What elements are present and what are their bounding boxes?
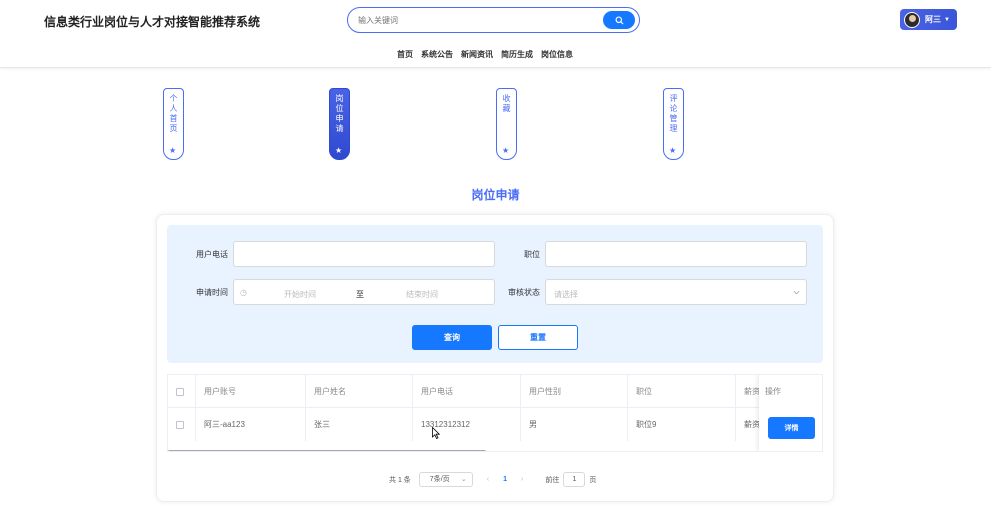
pagination: 共 1 条 7条/页 ⌄ ‹ 1 › 前往 1 页 bbox=[389, 472, 596, 487]
cell-phone: 13312312312 bbox=[413, 408, 521, 441]
col-account: 用户账号 bbox=[196, 375, 306, 408]
star-icon: ★ bbox=[669, 146, 677, 155]
col-gender: 用户性别 bbox=[521, 375, 628, 408]
nav-item-news[interactable]: 新闻资讯 bbox=[461, 49, 493, 60]
user-name: 阿三 bbox=[925, 15, 941, 24]
search-input[interactable] bbox=[358, 12, 588, 28]
col-name: 用户姓名 bbox=[306, 375, 413, 408]
search-box bbox=[347, 7, 640, 33]
chevron-down-icon bbox=[793, 290, 800, 295]
query-button[interactable]: 查询 bbox=[412, 325, 492, 350]
position-label: 职位 bbox=[524, 250, 540, 259]
tab-label: 个人首页 bbox=[169, 94, 178, 134]
goto-label: 前往 bbox=[545, 476, 560, 484]
select-all-checkbox[interactable] bbox=[176, 387, 184, 396]
cell-account: 阿三-aa123 bbox=[196, 408, 306, 441]
tab-comments[interactable]: 评论管理 ★ bbox=[663, 88, 684, 160]
filter-panel: 用户电话 职位 申请时间 ◷ 开始时间 至 结束时间 审核状态 请选择 查询 重… bbox=[167, 225, 823, 363]
header-checkbox-cell bbox=[168, 375, 196, 408]
status-label: 审核状态 bbox=[508, 288, 540, 297]
date-range-picker[interactable]: ◷ 开始时间 至 结束时间 bbox=[233, 279, 495, 305]
results-table: 用户账号 用户姓名 用户电话 用户性别 职位 薪资 阿三-aa123 张三 13… bbox=[167, 374, 823, 452]
current-page[interactable]: 1 bbox=[503, 476, 507, 483]
nav-item-resume[interactable]: 简历生成 bbox=[501, 49, 533, 60]
tab-label: 评论管理 bbox=[669, 94, 678, 134]
table-row: 阿三-aa123 张三 13312312312 男 职位9 薪资9 bbox=[168, 408, 822, 441]
next-page-icon[interactable]: › bbox=[521, 476, 523, 483]
phone-input[interactable] bbox=[233, 241, 495, 267]
range-separator: 至 bbox=[356, 290, 364, 299]
detail-button[interactable]: 详情 bbox=[768, 417, 815, 439]
start-date[interactable]: 开始时间 bbox=[284, 289, 316, 300]
nav-item-announcements[interactable]: 系统公告 bbox=[421, 49, 453, 60]
clock-icon: ◷ bbox=[240, 288, 247, 297]
site-title: 信息类行业岗位与人才对接智能推荐系统 bbox=[44, 15, 261, 29]
nav-item-jobs[interactable]: 岗位信息 bbox=[541, 49, 573, 60]
search-button[interactable] bbox=[603, 11, 635, 29]
page-suffix: 页 bbox=[589, 476, 597, 484]
reset-button[interactable]: 重置 bbox=[498, 325, 578, 350]
goto-page-input[interactable]: 1 bbox=[563, 472, 586, 487]
tab-label: 收藏 bbox=[502, 94, 511, 114]
star-icon: ★ bbox=[169, 146, 177, 155]
chevron-down-icon: ⌄ bbox=[460, 476, 467, 483]
cell-name: 张三 bbox=[306, 408, 413, 441]
page-size-value: 7条/页 bbox=[429, 476, 450, 483]
nav-item-home[interactable]: 首页 bbox=[397, 49, 413, 60]
col-phone: 用户电话 bbox=[413, 375, 521, 408]
star-icon: ★ bbox=[335, 146, 343, 155]
cell-position: 职位9 bbox=[628, 408, 736, 441]
page-title: 岗位申请 bbox=[471, 188, 520, 202]
user-menu-button[interactable]: 阿三 ▼ bbox=[900, 9, 957, 30]
horizontal-scrollbar[interactable] bbox=[168, 450, 486, 451]
status-select[interactable]: 请选择 bbox=[545, 279, 807, 305]
prev-page-icon[interactable]: ‹ bbox=[487, 476, 489, 483]
total-count: 共 1 条 bbox=[389, 476, 411, 484]
col-position: 职位 bbox=[628, 375, 736, 408]
tab-job-application[interactable]: 岗位申请 ★ bbox=[329, 88, 350, 160]
date-label: 申请时间 bbox=[196, 288, 228, 297]
page-size-select[interactable]: 7条/页 ⌄ bbox=[418, 472, 473, 487]
avatar bbox=[904, 11, 920, 28]
col-actions: 操作 bbox=[765, 387, 781, 396]
row-checkbox-cell bbox=[168, 408, 196, 441]
cell-gender: 男 bbox=[521, 408, 628, 441]
tab-personal-home[interactable]: 个人首页 ★ bbox=[163, 88, 184, 160]
search-icon bbox=[614, 15, 624, 25]
status-placeholder: 请选择 bbox=[554, 290, 578, 299]
main-nav: 首页 系统公告 新闻资讯 简历生成 岗位信息 bbox=[397, 49, 573, 60]
row-checkbox[interactable] bbox=[176, 420, 184, 429]
star-icon: ★ bbox=[502, 146, 510, 155]
end-date[interactable]: 结束时间 bbox=[406, 289, 438, 300]
phone-label: 用户电话 bbox=[196, 250, 228, 259]
top-bar: 信息类行业岗位与人才对接智能推荐系统 阿三 ▼ 首页 系统公告 新闻资讯 简历生… bbox=[0, 0, 991, 68]
table-header: 用户账号 用户姓名 用户电话 用户性别 职位 薪资 bbox=[168, 375, 822, 408]
chevron-down-icon: ▼ bbox=[944, 16, 950, 23]
tab-label: 岗位申请 bbox=[335, 94, 344, 134]
tab-favorites[interactable]: 收藏 ★ bbox=[496, 88, 517, 160]
mouse-cursor-icon bbox=[432, 427, 440, 439]
operations-column: 操作 详情 bbox=[759, 375, 822, 451]
position-input[interactable] bbox=[545, 241, 807, 267]
